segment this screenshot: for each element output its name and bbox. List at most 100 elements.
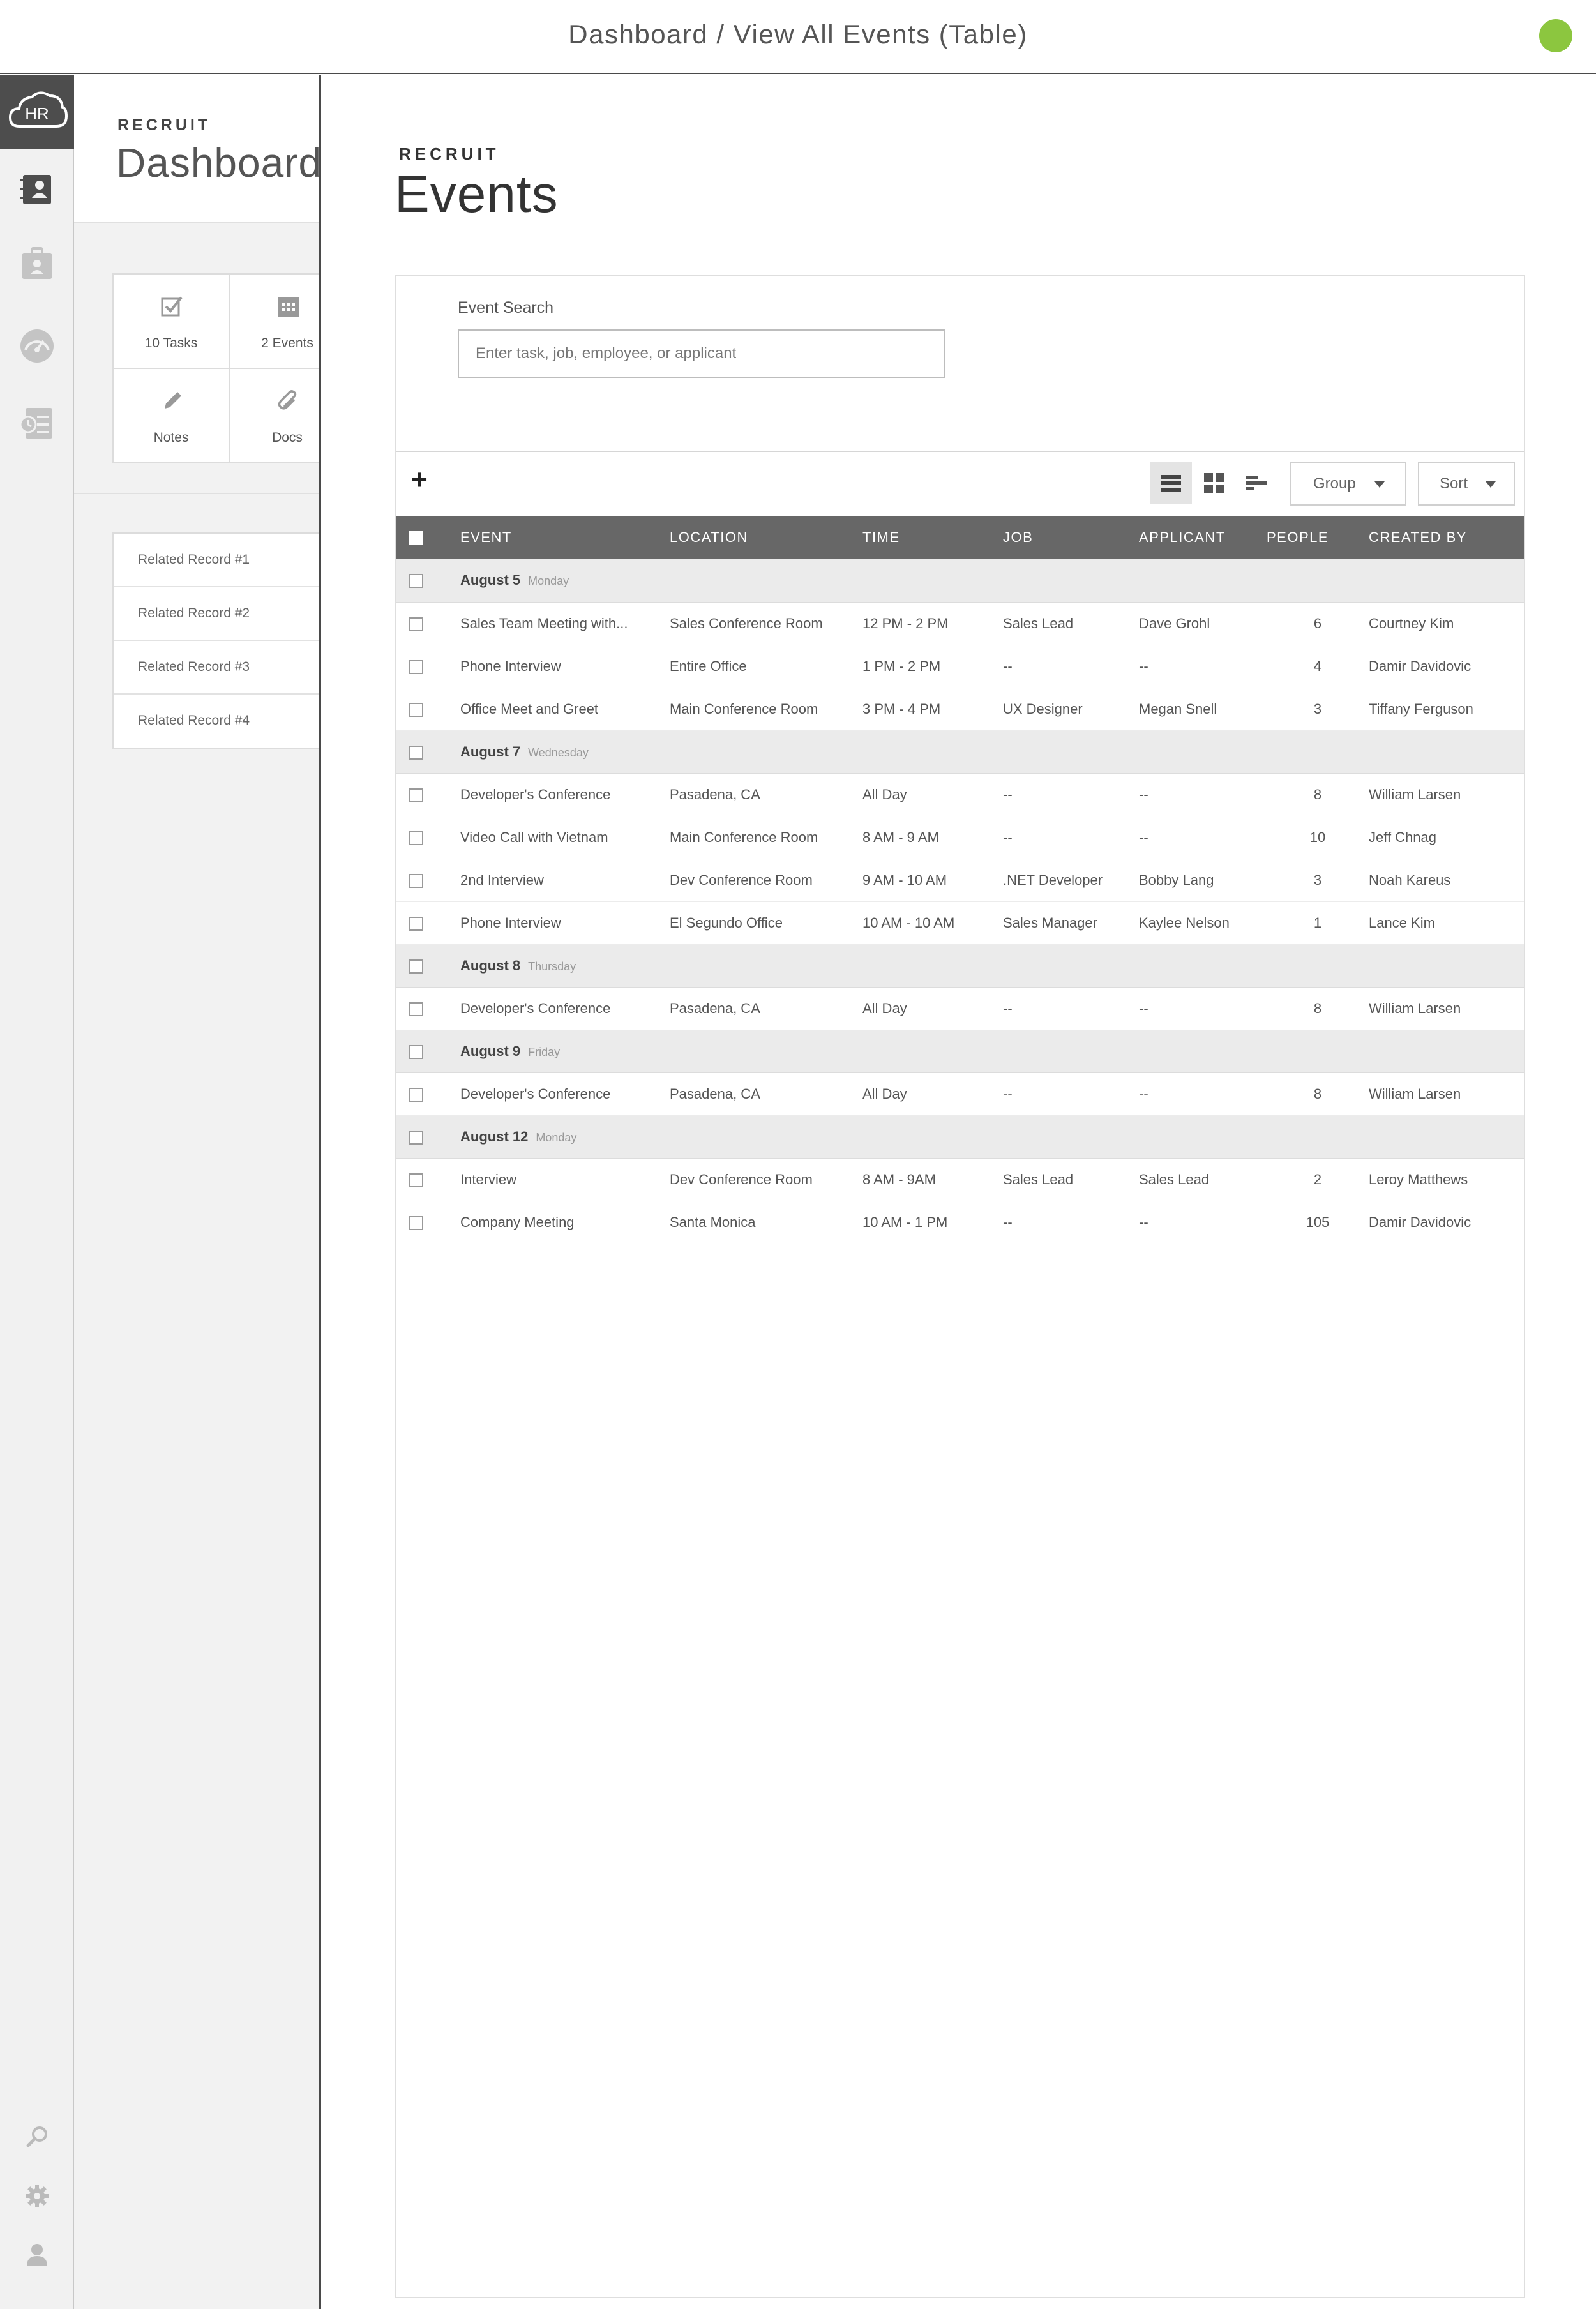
row-checkbox[interactable] [409, 1002, 423, 1016]
group-weekday: Monday [528, 575, 569, 588]
cell-applicant: Bobby Lang [1139, 859, 1267, 902]
list-view-button[interactable] [1150, 462, 1192, 504]
row-checkbox[interactable] [409, 1215, 423, 1230]
badge-icon[interactable] [18, 244, 56, 283]
cell-location: Santa Monica [670, 1201, 862, 1244]
icon-rail: HR [0, 75, 74, 2309]
row-checkbox[interactable] [409, 1087, 423, 1102]
user-icon[interactable] [23, 2241, 51, 2269]
cell-applicant: -- [1139, 1201, 1267, 1244]
pencil-icon [165, 392, 181, 409]
add-event-button[interactable]: + [407, 466, 432, 494]
gear-icon[interactable] [23, 2182, 51, 2210]
hr-logo-text: HR [25, 104, 49, 123]
group-date-cell: August 7 Wednesday [460, 730, 1524, 774]
tasks-tile[interactable]: 10 Tasks [112, 273, 230, 369]
search-icon[interactable] [23, 2123, 51, 2151]
column-header-location[interactable]: LOCATION [670, 516, 862, 559]
grid-view-button[interactable] [1193, 462, 1235, 504]
page-breadcrumb-title: Dashboard / View All Events (Table) [568, 19, 1028, 49]
cell-job: -- [1003, 1072, 1139, 1116]
timesheet-icon[interactable] [18, 404, 56, 442]
group-date: August 9 [460, 1042, 521, 1059]
group-checkbox[interactable] [409, 745, 423, 760]
row-select-cell [396, 901, 460, 945]
table-row[interactable]: Developer's Conference Pasadena, CA All Da… [396, 987, 1524, 1030]
sort-dropdown[interactable]: Sort [1418, 462, 1515, 506]
group-checkbox[interactable] [409, 959, 423, 974]
search-area: Event Search [396, 276, 1524, 452]
status-indicator[interactable] [1539, 19, 1572, 52]
table-row[interactable]: Office Meet and Greet Main Conference Roo… [396, 688, 1524, 731]
cell-event: Phone Interview [460, 901, 670, 945]
cell-people: 3 [1267, 859, 1369, 902]
table-row[interactable]: Developer's Conference Pasadena, CA All Da… [396, 1072, 1524, 1116]
group-checkbox[interactable] [409, 574, 423, 589]
row-checkbox[interactable] [409, 659, 423, 674]
table-row[interactable]: Video Call with Vietnam Main Conference R… [396, 816, 1524, 859]
related-record-2[interactable]: Related Record #2 [114, 587, 319, 641]
check-icon [161, 296, 183, 317]
column-header-job[interactable]: JOB [1003, 516, 1139, 559]
group-checkbox[interactable] [409, 1044, 423, 1059]
group-dropdown-label: Group [1313, 475, 1356, 492]
row-select-cell [396, 987, 460, 1030]
event-search-input[interactable] [458, 329, 945, 378]
grid-view-icon [1204, 473, 1224, 493]
cell-time: 8 AM - 9 AM [862, 816, 1003, 859]
row-checkbox[interactable] [409, 788, 423, 802]
dashboard-title: Dashboard [116, 140, 319, 186]
cell-location: El Segundo Office [670, 901, 862, 945]
row-checkbox[interactable] [409, 702, 423, 717]
timeline-view-button[interactable] [1235, 462, 1277, 504]
group-dropdown[interactable]: Group [1290, 462, 1406, 506]
row-checkbox[interactable] [409, 617, 423, 631]
chevron-down-icon [1486, 481, 1496, 488]
column-header-created-by[interactable]: CREATED BY [1369, 516, 1524, 559]
speedometer-icon[interactable] [18, 326, 56, 364]
select-all-checkbox[interactable] [409, 531, 423, 546]
group-date: August 5 [460, 572, 521, 589]
table-toolbar: + Group Sort [396, 452, 1524, 516]
date-group-row: August 8 Thursday [396, 944, 1524, 988]
hr-logo-button[interactable]: HR [0, 75, 74, 149]
hr-cloud-logo-icon: HR [8, 91, 68, 128]
cell-people: 3 [1267, 688, 1369, 731]
cell-job: Sales Lead [1003, 602, 1139, 645]
cell-time: 10 AM - 1 PM [862, 1201, 1003, 1244]
table-row[interactable]: Interview Dev Conference Room 8 AM - 9AM Sa… [396, 1158, 1524, 1201]
cell-event: Sales Team Meeting with... [460, 602, 670, 645]
table-row[interactable]: Phone Interview Entire Office 1 PM - 2 PM -… [396, 645, 1524, 688]
table-row[interactable]: 2nd Interview Dev Conference Room 9 AM - 1… [396, 859, 1524, 902]
group-checkbox[interactable] [409, 1130, 423, 1145]
cell-time: 9 AM - 10 AM [862, 859, 1003, 902]
related-record-1[interactable]: Related Record #1 [114, 534, 319, 587]
row-checkbox[interactable] [409, 831, 423, 845]
column-header-time[interactable]: TIME [862, 516, 1003, 559]
docs-tile[interactable]: Docs [229, 368, 319, 463]
cell-time: 8 AM - 9AM [862, 1158, 1003, 1201]
cell-created-by: William Larsen [1369, 773, 1524, 816]
group-date: August 8 [460, 957, 521, 974]
related-record-4[interactable]: Related Record #4 [114, 695, 319, 748]
table-row[interactable]: Phone Interview El Segundo Office 10 AM - … [396, 901, 1524, 945]
events-tile[interactable]: 2 Events [229, 273, 319, 369]
cell-time: All Day [862, 773, 1003, 816]
table-row[interactable]: Sales Team Meeting with... Sales Conferen… [396, 602, 1524, 645]
column-header-event[interactable]: EVENT [460, 516, 670, 559]
events-table: EVENT LOCATION TIME JOB APPLICANT PEOPLE… [396, 516, 1524, 1244]
row-checkbox[interactable] [409, 873, 423, 888]
column-header-people[interactable]: PEOPLE [1267, 516, 1369, 559]
row-checkbox[interactable] [409, 1173, 423, 1187]
notes-tile[interactable]: Notes [112, 368, 230, 463]
row-checkbox[interactable] [409, 916, 423, 931]
table-row[interactable]: Company Meeting Santa Monica 10 AM - 1 PM -… [396, 1201, 1524, 1244]
table-row[interactable]: Developer's Conference Pasadena, CA All Da… [396, 773, 1524, 816]
contacts-icon[interactable] [18, 171, 56, 209]
notes-tile-label: Notes [153, 430, 189, 445]
column-header-applicant[interactable]: APPLICANT [1139, 516, 1267, 559]
group-weekday: Thursday [528, 959, 576, 973]
related-record-3[interactable]: Related Record #3 [114, 641, 319, 695]
cell-event: 2nd Interview [460, 859, 670, 902]
row-select-cell [396, 773, 460, 816]
